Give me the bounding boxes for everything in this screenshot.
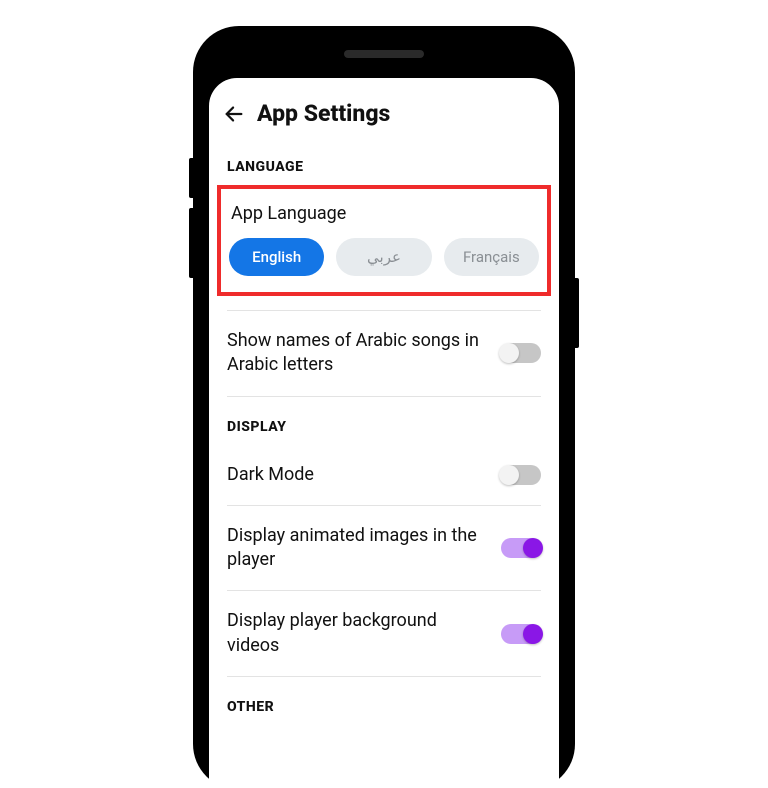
toggle-knob [499, 465, 519, 485]
setting-row-background-videos: Display player background videos [209, 591, 559, 676]
screen: App Settings LANGUAGE App Language Engli… [209, 78, 559, 788]
setting-row-animated-images: Display animated images in the player [209, 506, 559, 591]
section-header-language: LANGUAGE [209, 137, 559, 185]
language-options: English عربي Français [227, 238, 541, 276]
app-language-label: App Language [227, 199, 541, 238]
section-header-display: DISPLAY [209, 397, 559, 445]
language-option-arabic[interactable]: عربي [336, 238, 431, 276]
language-option-francais[interactable]: Français [444, 238, 539, 276]
toggle-knob [523, 624, 543, 644]
phone-frame: App Settings LANGUAGE App Language Engli… [195, 28, 573, 788]
header: App Settings [209, 78, 559, 137]
power-button [573, 278, 579, 348]
toggle-dark-mode[interactable] [501, 465, 541, 485]
language-option-english[interactable]: English [229, 238, 324, 276]
toggle-knob [523, 538, 543, 558]
volume-down-button [189, 208, 195, 278]
page-title: App Settings [257, 100, 390, 127]
setting-row-arabic-names: Show names of Arabic songs in Arabic let… [209, 311, 559, 396]
section-header-other: OTHER [209, 677, 559, 725]
language-highlight-box: App Language English عربي Français [217, 185, 551, 296]
toggle-background-videos[interactable] [501, 624, 541, 644]
setting-label-animated-images: Display animated images in the player [227, 524, 485, 573]
back-arrow-icon[interactable] [223, 103, 245, 125]
volume-up-button [189, 158, 195, 198]
setting-label-dark-mode: Dark Mode [227, 463, 485, 487]
setting-label-background-videos: Display player background videos [227, 609, 485, 658]
speaker-grille [344, 50, 424, 58]
setting-label-arabic-names: Show names of Arabic songs in Arabic let… [227, 329, 485, 378]
toggle-knob [499, 343, 519, 363]
setting-row-dark-mode: Dark Mode [209, 445, 559, 505]
toggle-animated-images[interactable] [501, 538, 541, 558]
toggle-arabic-names[interactable] [501, 343, 541, 363]
